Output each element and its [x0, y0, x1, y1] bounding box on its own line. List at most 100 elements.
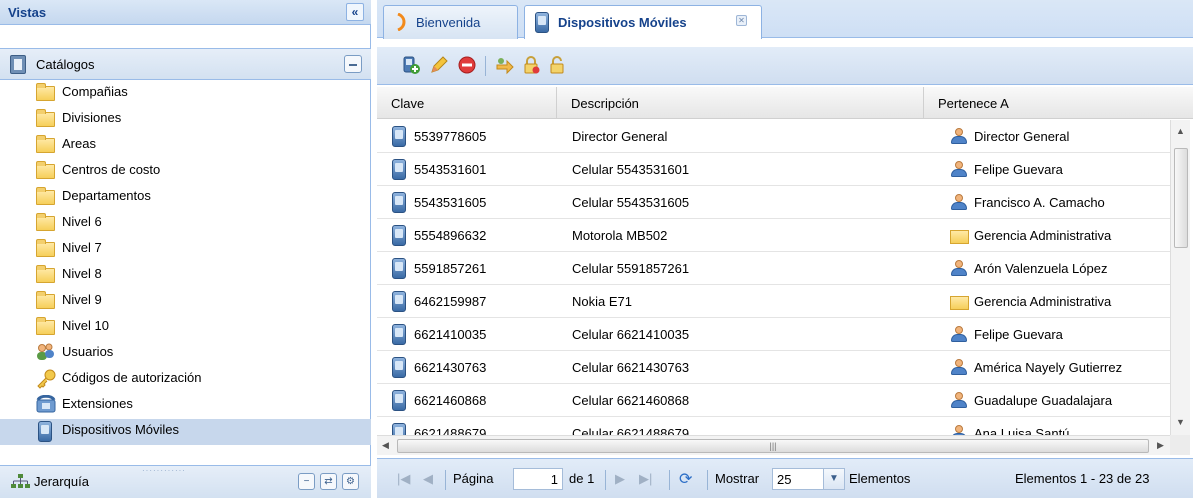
- cell-clave: 6462159987: [414, 294, 487, 309]
- tree-item[interactable]: Nivel 9: [0, 289, 371, 315]
- cell-descripcion: Celular 6621410035: [572, 327, 690, 342]
- tab-dispositivos-moviles[interactable]: Dispositivos Móviles ✕: [524, 5, 762, 39]
- mobile-phone-icon: [392, 126, 406, 147]
- chevron-down-icon[interactable]: ▼: [823, 468, 845, 490]
- table-row[interactable]: 6621488679 Celular 6621488679 Ana Luisa Sa…: [377, 417, 1170, 435]
- tree-item[interactable]: Nivel 10: [0, 315, 371, 341]
- table-row[interactable]: 6462159987 Nokia E71 Gerencia Administrati…: [377, 285, 1170, 318]
- cell-clave: 6621410035: [414, 327, 487, 342]
- column-label: Descripción: [571, 96, 639, 111]
- catalog-book-icon: [10, 55, 26, 74]
- last-page-icon[interactable]: ▶|: [639, 471, 652, 487]
- users-icon: [36, 343, 55, 360]
- tree-item[interactable]: Nivel 6: [0, 211, 371, 237]
- column-header-pertenece[interactable]: Pertenece A: [924, 87, 1193, 119]
- tree-item-label: Compañias: [62, 84, 128, 99]
- close-icon[interactable]: ✕: [736, 15, 747, 26]
- pager-separator: [707, 470, 708, 490]
- elements-summary: Elementos 1 - 23 de 23: [1015, 471, 1150, 486]
- tree-item[interactable]: Usuarios: [0, 341, 371, 367]
- cell-pertenece: Gerencia Administrativa: [974, 294, 1112, 309]
- mobile-phone-icon: [38, 421, 52, 442]
- tree-item[interactable]: Departamentos: [0, 185, 371, 211]
- collapse-minus-icon[interactable]: [344, 55, 362, 73]
- cell-descripcion: Celular 6621460868: [572, 393, 690, 408]
- mobile-phone-icon: [392, 225, 406, 246]
- folder-icon: [36, 317, 55, 335]
- previous-page-icon[interactable]: ◀: [423, 471, 433, 487]
- page-size-select[interactable]: [772, 468, 824, 490]
- cell-pertenece: Guadalupe Guadalajara: [974, 393, 1113, 408]
- scroll-left-icon[interactable]: ◀: [382, 440, 389, 451]
- table-row[interactable]: 6621430763 Celular 6621430763 América Naye…: [377, 351, 1170, 384]
- table-row[interactable]: 6621460868 Celular 6621460868 Guadalupe Gu…: [377, 384, 1170, 417]
- cell-descripcion: Celular 5543531601: [572, 162, 690, 177]
- tree-item[interactable]: Divisiones: [0, 107, 371, 133]
- scroll-thumb[interactable]: [1174, 148, 1188, 248]
- table-row[interactable]: 5591857261 Celular 5591857261 Arón Valenzu…: [377, 252, 1170, 285]
- pager-separator: [605, 470, 606, 490]
- next-page-icon[interactable]: ▶: [615, 471, 625, 487]
- minus-icon[interactable]: −: [298, 473, 315, 490]
- scroll-thumb[interactable]: |||: [397, 439, 1149, 453]
- double-chevron-left-icon[interactable]: «: [346, 3, 364, 21]
- tree-item[interactable]: Nivel 7: [0, 237, 371, 263]
- column-header-descripcion[interactable]: Descripción: [557, 87, 924, 119]
- scroll-up-icon[interactable]: ▲: [1176, 126, 1185, 136]
- tree-item[interactable]: Códigos de autorización: [0, 367, 371, 393]
- scroll-right-icon[interactable]: ▶: [1157, 440, 1164, 451]
- cell-clave: 5543531605: [414, 195, 487, 210]
- settings-icon[interactable]: ⚙: [342, 473, 359, 490]
- add-icon[interactable]: [401, 55, 421, 75]
- tree-item-label: Dispositivos Móviles: [62, 422, 180, 437]
- user-icon: [950, 392, 968, 408]
- splitter-handle[interactable]: ············: [142, 466, 186, 475]
- table-row[interactable]: 5543531601 Celular 5543531601 Felipe Gueva…: [377, 153, 1170, 186]
- delete-icon[interactable]: [457, 55, 477, 75]
- tree-item[interactable]: Compañias: [0, 81, 371, 107]
- transfer-icon[interactable]: [495, 55, 515, 75]
- mobile-phone-icon: [392, 357, 406, 378]
- tree-item-label: Centros de costo: [62, 162, 161, 177]
- refresh-icon[interactable]: ⇄: [320, 473, 337, 490]
- tree-item[interactable]: Extensiones: [0, 393, 371, 419]
- refresh-icon[interactable]: ⟳: [679, 469, 699, 489]
- mobile-phone-icon: [392, 192, 406, 213]
- scroll-down-icon[interactable]: ▼: [1176, 417, 1185, 427]
- column-label: Pertenece A: [938, 96, 1009, 111]
- toolbar-separator: [485, 56, 486, 76]
- tree-item[interactable]: Dispositivos Móviles: [0, 419, 371, 445]
- cell-pertenece: Ana Luisa Santú: [974, 426, 1070, 435]
- page-input[interactable]: [513, 468, 563, 490]
- cell-descripcion: Celular 5591857261: [572, 261, 690, 276]
- tree-item-label: Nivel 8: [62, 266, 102, 281]
- tree-item[interactable]: Areas: [0, 133, 371, 159]
- vertical-scrollbar[interactable]: ▲ ▼: [1170, 120, 1190, 435]
- paging-toolbar: |◀ ◀ Página de 1 ▶ ▶| ⟳ Mostrar ▼ Elemen…: [377, 458, 1193, 498]
- tab-bienvenida[interactable]: Bienvenida: [383, 5, 518, 39]
- horizontal-scrollbar[interactable]: ◀ ||| ▶: [377, 435, 1170, 455]
- edit-icon[interactable]: [429, 55, 449, 75]
- cell-pertenece: Felipe Guevara: [974, 162, 1063, 177]
- tree-item[interactable]: Centros de costo: [0, 159, 371, 185]
- tree-item-label: Nivel 10: [62, 318, 109, 333]
- cell-pertenece: América Nayely Gutierrez: [974, 360, 1123, 375]
- cell-clave: 6621460868: [414, 393, 487, 408]
- first-page-icon[interactable]: |◀: [397, 471, 410, 487]
- table-row[interactable]: 5539778605 Director General Director Gener…: [377, 120, 1170, 153]
- table-row[interactable]: 6621410035 Celular 6621410035 Felipe Gueva…: [377, 318, 1170, 351]
- tree-item-label: Códigos de autorización: [62, 370, 202, 385]
- table-row[interactable]: 5543531605 Celular 5543531605 Francisco A.…: [377, 186, 1170, 219]
- user-icon: [950, 425, 968, 435]
- catalogs-title: Catálogos: [36, 57, 95, 72]
- elements-label: Elementos: [849, 471, 911, 486]
- cell-pertenece: Arón Valenzuela López: [974, 261, 1108, 276]
- column-header-clave[interactable]: Clave: [377, 87, 557, 119]
- lock-icon[interactable]: [521, 55, 541, 75]
- folder-icon: [36, 109, 55, 127]
- unlock-icon[interactable]: [547, 55, 567, 75]
- tree-item[interactable]: Nivel 8: [0, 263, 371, 289]
- cell-descripcion: Celular 6621488679: [572, 426, 690, 435]
- hierarchy-title: Jerarquía: [34, 474, 89, 489]
- table-row[interactable]: 5554896632 Motorola MB502 Gerencia Adminis…: [377, 219, 1170, 252]
